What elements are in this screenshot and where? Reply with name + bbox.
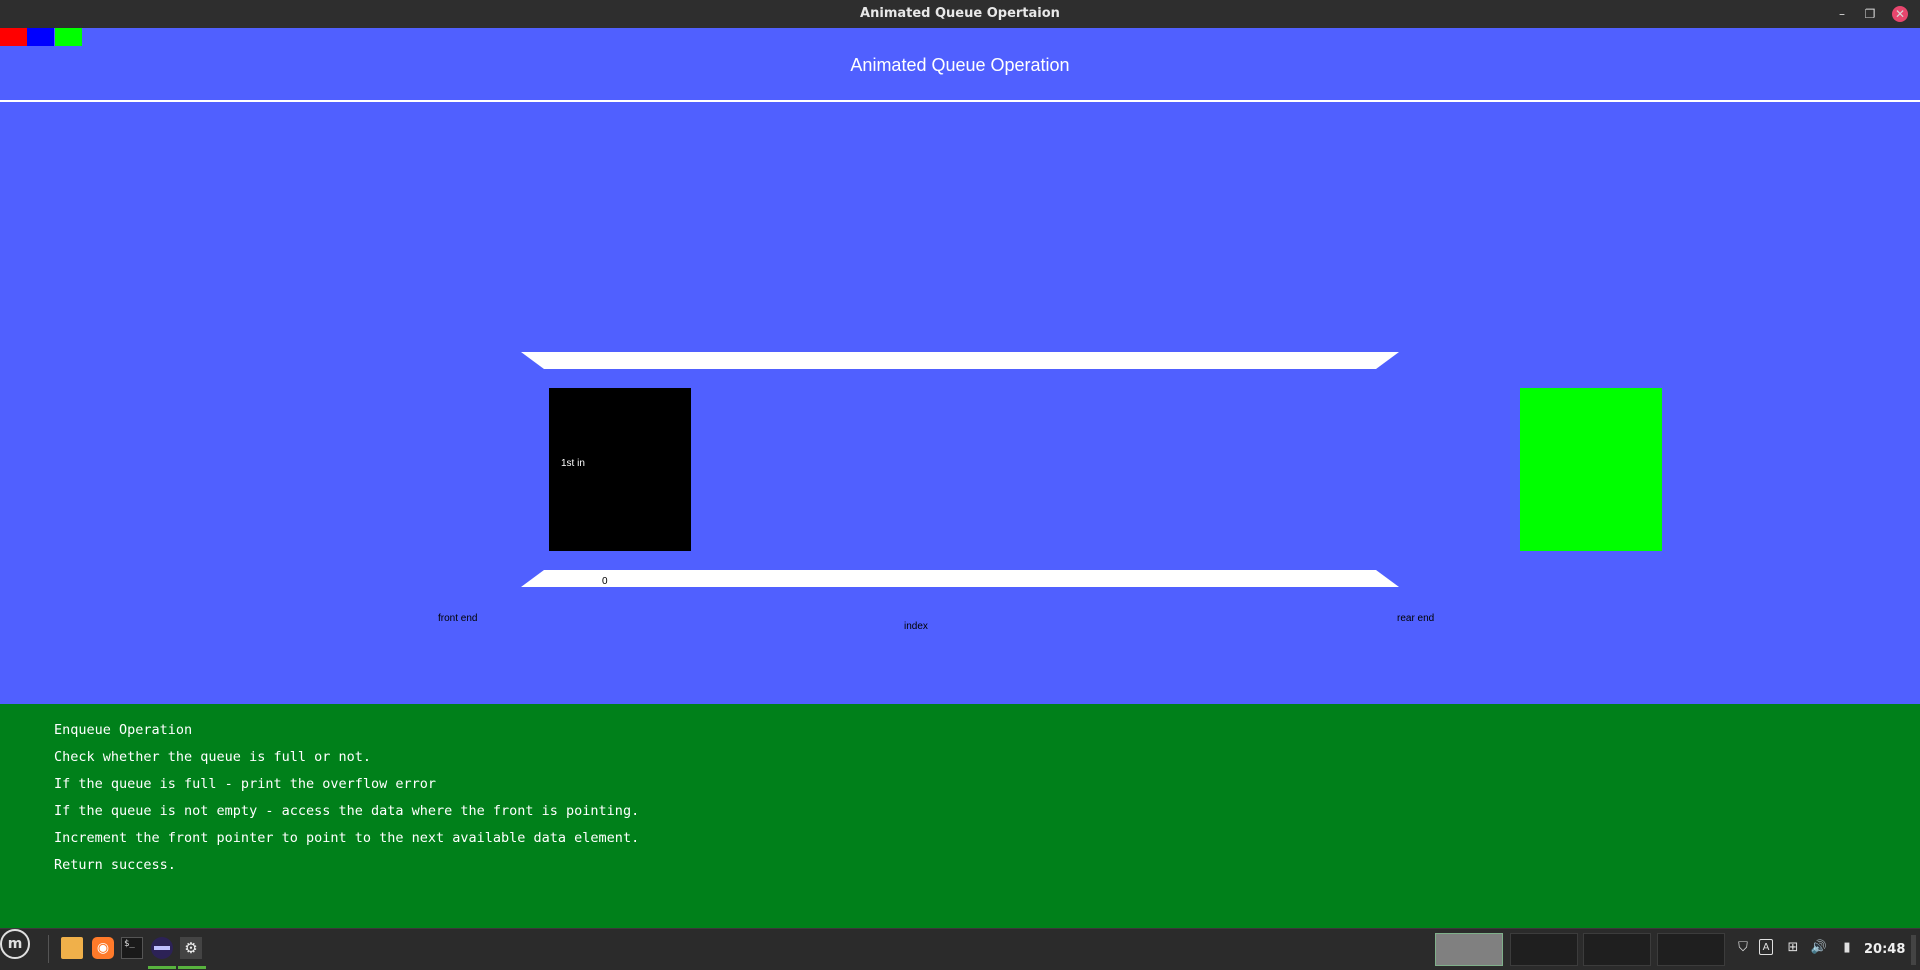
workspace-4[interactable] <box>1657 933 1725 966</box>
terminal-icon[interactable]: $_ <box>121 937 143 959</box>
animation-stage: Animated Queue Operation 1st in 0 front … <box>0 28 1920 704</box>
maximize-button[interactable]: ❐ <box>1862 6 1878 22</box>
info-line: Increment the front pointer to point to … <box>54 830 640 846</box>
info-line: Enqueue Operation <box>54 722 193 738</box>
front-end-label: front end <box>438 613 478 624</box>
battery-icon[interactable]: ▮ <box>1838 939 1856 957</box>
volume-icon[interactable]: 🔊 <box>1810 939 1828 957</box>
network-icon[interactable]: ⊞ <box>1784 939 1802 957</box>
clock[interactable]: 20:48 <box>1864 929 1905 970</box>
app-icon[interactable]: ⚙ <box>180 937 202 959</box>
info-line: Return success. <box>54 857 176 873</box>
queue-element-first: 1st in <box>549 388 691 551</box>
taskbar-separator <box>48 935 49 963</box>
eclipse-icon[interactable] <box>151 937 173 959</box>
close-button[interactable]: ✕ <box>1892 6 1908 22</box>
index-label: index <box>904 621 928 632</box>
info-line: If the queue is full - print the overflo… <box>54 776 437 792</box>
menu-icon[interactable]: m <box>0 929 30 959</box>
index-value: 0 <box>602 576 608 587</box>
queue-top-rail <box>521 352 1399 369</box>
queue-element-label: 1st in <box>561 458 585 469</box>
info-line: Check whether the queue is full or not. <box>54 749 371 765</box>
keyboard-layout-icon[interactable]: A <box>1759 939 1773 955</box>
window-title: Animated Queue Opertaion <box>860 6 1060 21</box>
workspace-3[interactable] <box>1583 933 1651 966</box>
files-icon[interactable] <box>61 937 83 959</box>
operation-description-panel: Enqueue Operation Check whether the queu… <box>0 704 1920 928</box>
minimize-button[interactable]: – <box>1834 6 1850 22</box>
info-line: If the queue is not empty - access the d… <box>54 803 640 819</box>
workspace-1[interactable] <box>1435 933 1503 966</box>
window-title-bar: Animated Queue Opertaion – ❐ ✕ <box>0 0 1920 28</box>
rear-end-label: rear end <box>1397 613 1435 624</box>
app-window: Animated Queue Operation 1st in 0 front … <box>0 28 1920 928</box>
workspace-2[interactable] <box>1510 933 1578 966</box>
incoming-element <box>1520 388 1662 551</box>
shield-icon[interactable]: ⛉ <box>1734 939 1752 957</box>
queue-rails <box>521 352 1399 587</box>
taskbar: m ◉ $_ ⚙ ⛉ A ⊞ 🔊 ▮ 20:48 <box>0 928 1920 969</box>
firefox-icon[interactable]: ◉ <box>92 937 114 959</box>
show-desktop-button[interactable] <box>1911 935 1916 965</box>
queue-bottom-rail <box>521 570 1399 587</box>
